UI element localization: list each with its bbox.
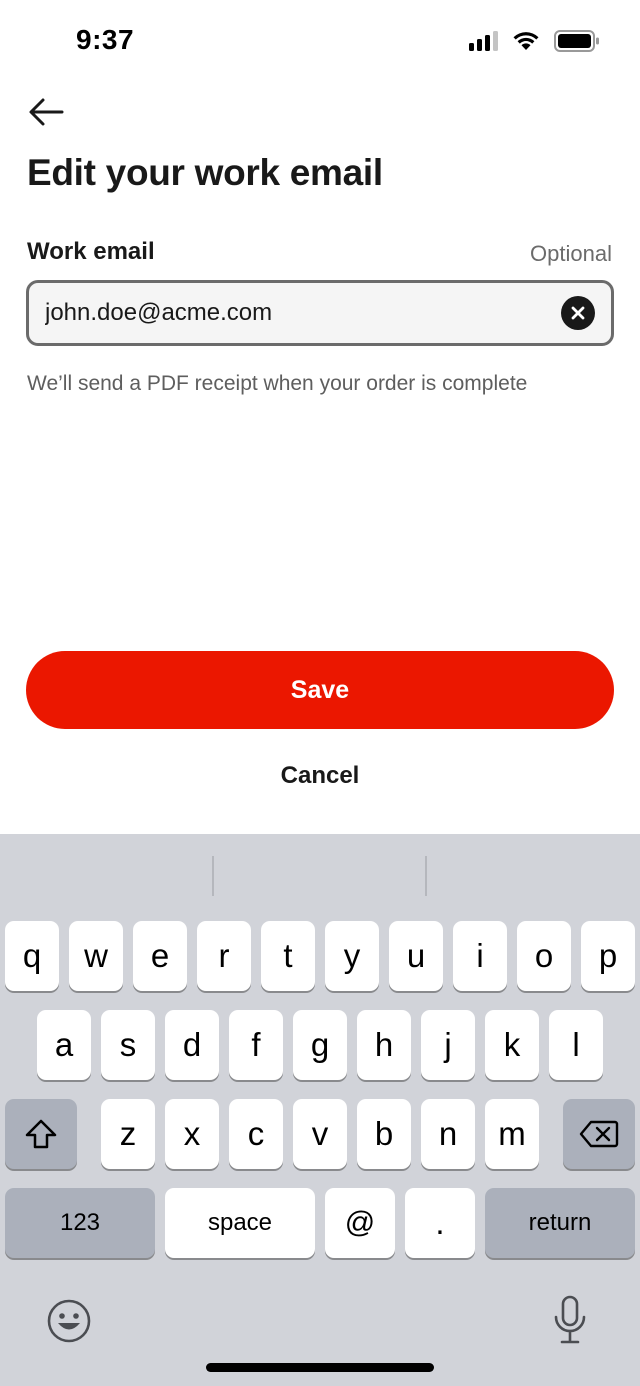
- page-title: Edit your work email: [27, 152, 383, 193]
- suggestion-bar: [0, 834, 640, 918]
- key-w[interactable]: w: [69, 921, 123, 991]
- space-key[interactable]: space: [165, 1188, 315, 1258]
- delete-key[interactable]: [563, 1099, 635, 1169]
- key-t[interactable]: t: [261, 921, 315, 991]
- key-period[interactable]: .: [405, 1188, 475, 1258]
- work-email-field[interactable]: [26, 280, 614, 346]
- helper-text: We’ll send a PDF receipt when your order…: [27, 372, 528, 395]
- key-s[interactable]: s: [101, 1010, 155, 1080]
- key-z[interactable]: z: [101, 1099, 155, 1169]
- save-button[interactable]: Save: [26, 651, 614, 729]
- wifi-icon: [513, 32, 539, 50]
- key-l[interactable]: l: [549, 1010, 603, 1080]
- close-icon: [571, 306, 585, 320]
- cellular-signal-icon: [469, 31, 498, 51]
- key-v[interactable]: v: [293, 1099, 347, 1169]
- key-k[interactable]: k: [485, 1010, 539, 1080]
- key-a[interactable]: a: [37, 1010, 91, 1080]
- keyboard: q w e r t y u i o p a s d f g h j k l z …: [0, 834, 640, 1386]
- status-bar: 9:37: [0, 0, 640, 88]
- shift-key[interactable]: [5, 1099, 77, 1169]
- battery-icon: [554, 30, 599, 52]
- cancel-button[interactable]: Cancel: [220, 752, 420, 800]
- key-y[interactable]: y: [325, 921, 379, 991]
- key-b[interactable]: b: [357, 1099, 411, 1169]
- numbers-key[interactable]: 123: [5, 1188, 155, 1258]
- suggestion-divider: [212, 856, 214, 896]
- key-g[interactable]: g: [293, 1010, 347, 1080]
- key-p[interactable]: p: [581, 921, 635, 991]
- key-x[interactable]: x: [165, 1099, 219, 1169]
- key-i[interactable]: i: [453, 921, 507, 991]
- arrow-left-icon: [29, 98, 64, 126]
- key-f[interactable]: f: [229, 1010, 283, 1080]
- status-time: 9:37: [76, 24, 135, 55]
- work-email-label: Work email: [27, 238, 155, 265]
- key-h[interactable]: h: [357, 1010, 411, 1080]
- key-q[interactable]: q: [5, 921, 59, 991]
- clear-input-button[interactable]: [561, 296, 595, 330]
- key-j[interactable]: j: [421, 1010, 475, 1080]
- dictation-button[interactable]: [548, 1292, 592, 1348]
- key-e[interactable]: e: [133, 921, 187, 991]
- shift-icon: [25, 1119, 57, 1149]
- key-at[interactable]: @: [325, 1188, 395, 1258]
- key-n[interactable]: n: [421, 1099, 475, 1169]
- home-indicator: [206, 1363, 434, 1372]
- key-o[interactable]: o: [517, 921, 571, 991]
- work-email-input[interactable]: [45, 299, 561, 327]
- key-d[interactable]: d: [165, 1010, 219, 1080]
- optional-label: Optional: [530, 241, 612, 266]
- status-icons: [469, 30, 600, 52]
- emoji-button[interactable]: [44, 1296, 94, 1346]
- key-u[interactable]: u: [389, 921, 443, 991]
- microphone-icon: [554, 1295, 586, 1344]
- back-button[interactable]: [24, 92, 68, 132]
- key-r[interactable]: r: [197, 921, 251, 991]
- key-m[interactable]: m: [485, 1099, 539, 1169]
- backspace-icon: [579, 1120, 619, 1148]
- key-c[interactable]: c: [229, 1099, 283, 1169]
- suggestion-divider: [425, 856, 427, 896]
- emoji-icon: [47, 1299, 91, 1343]
- return-key[interactable]: return: [485, 1188, 635, 1258]
